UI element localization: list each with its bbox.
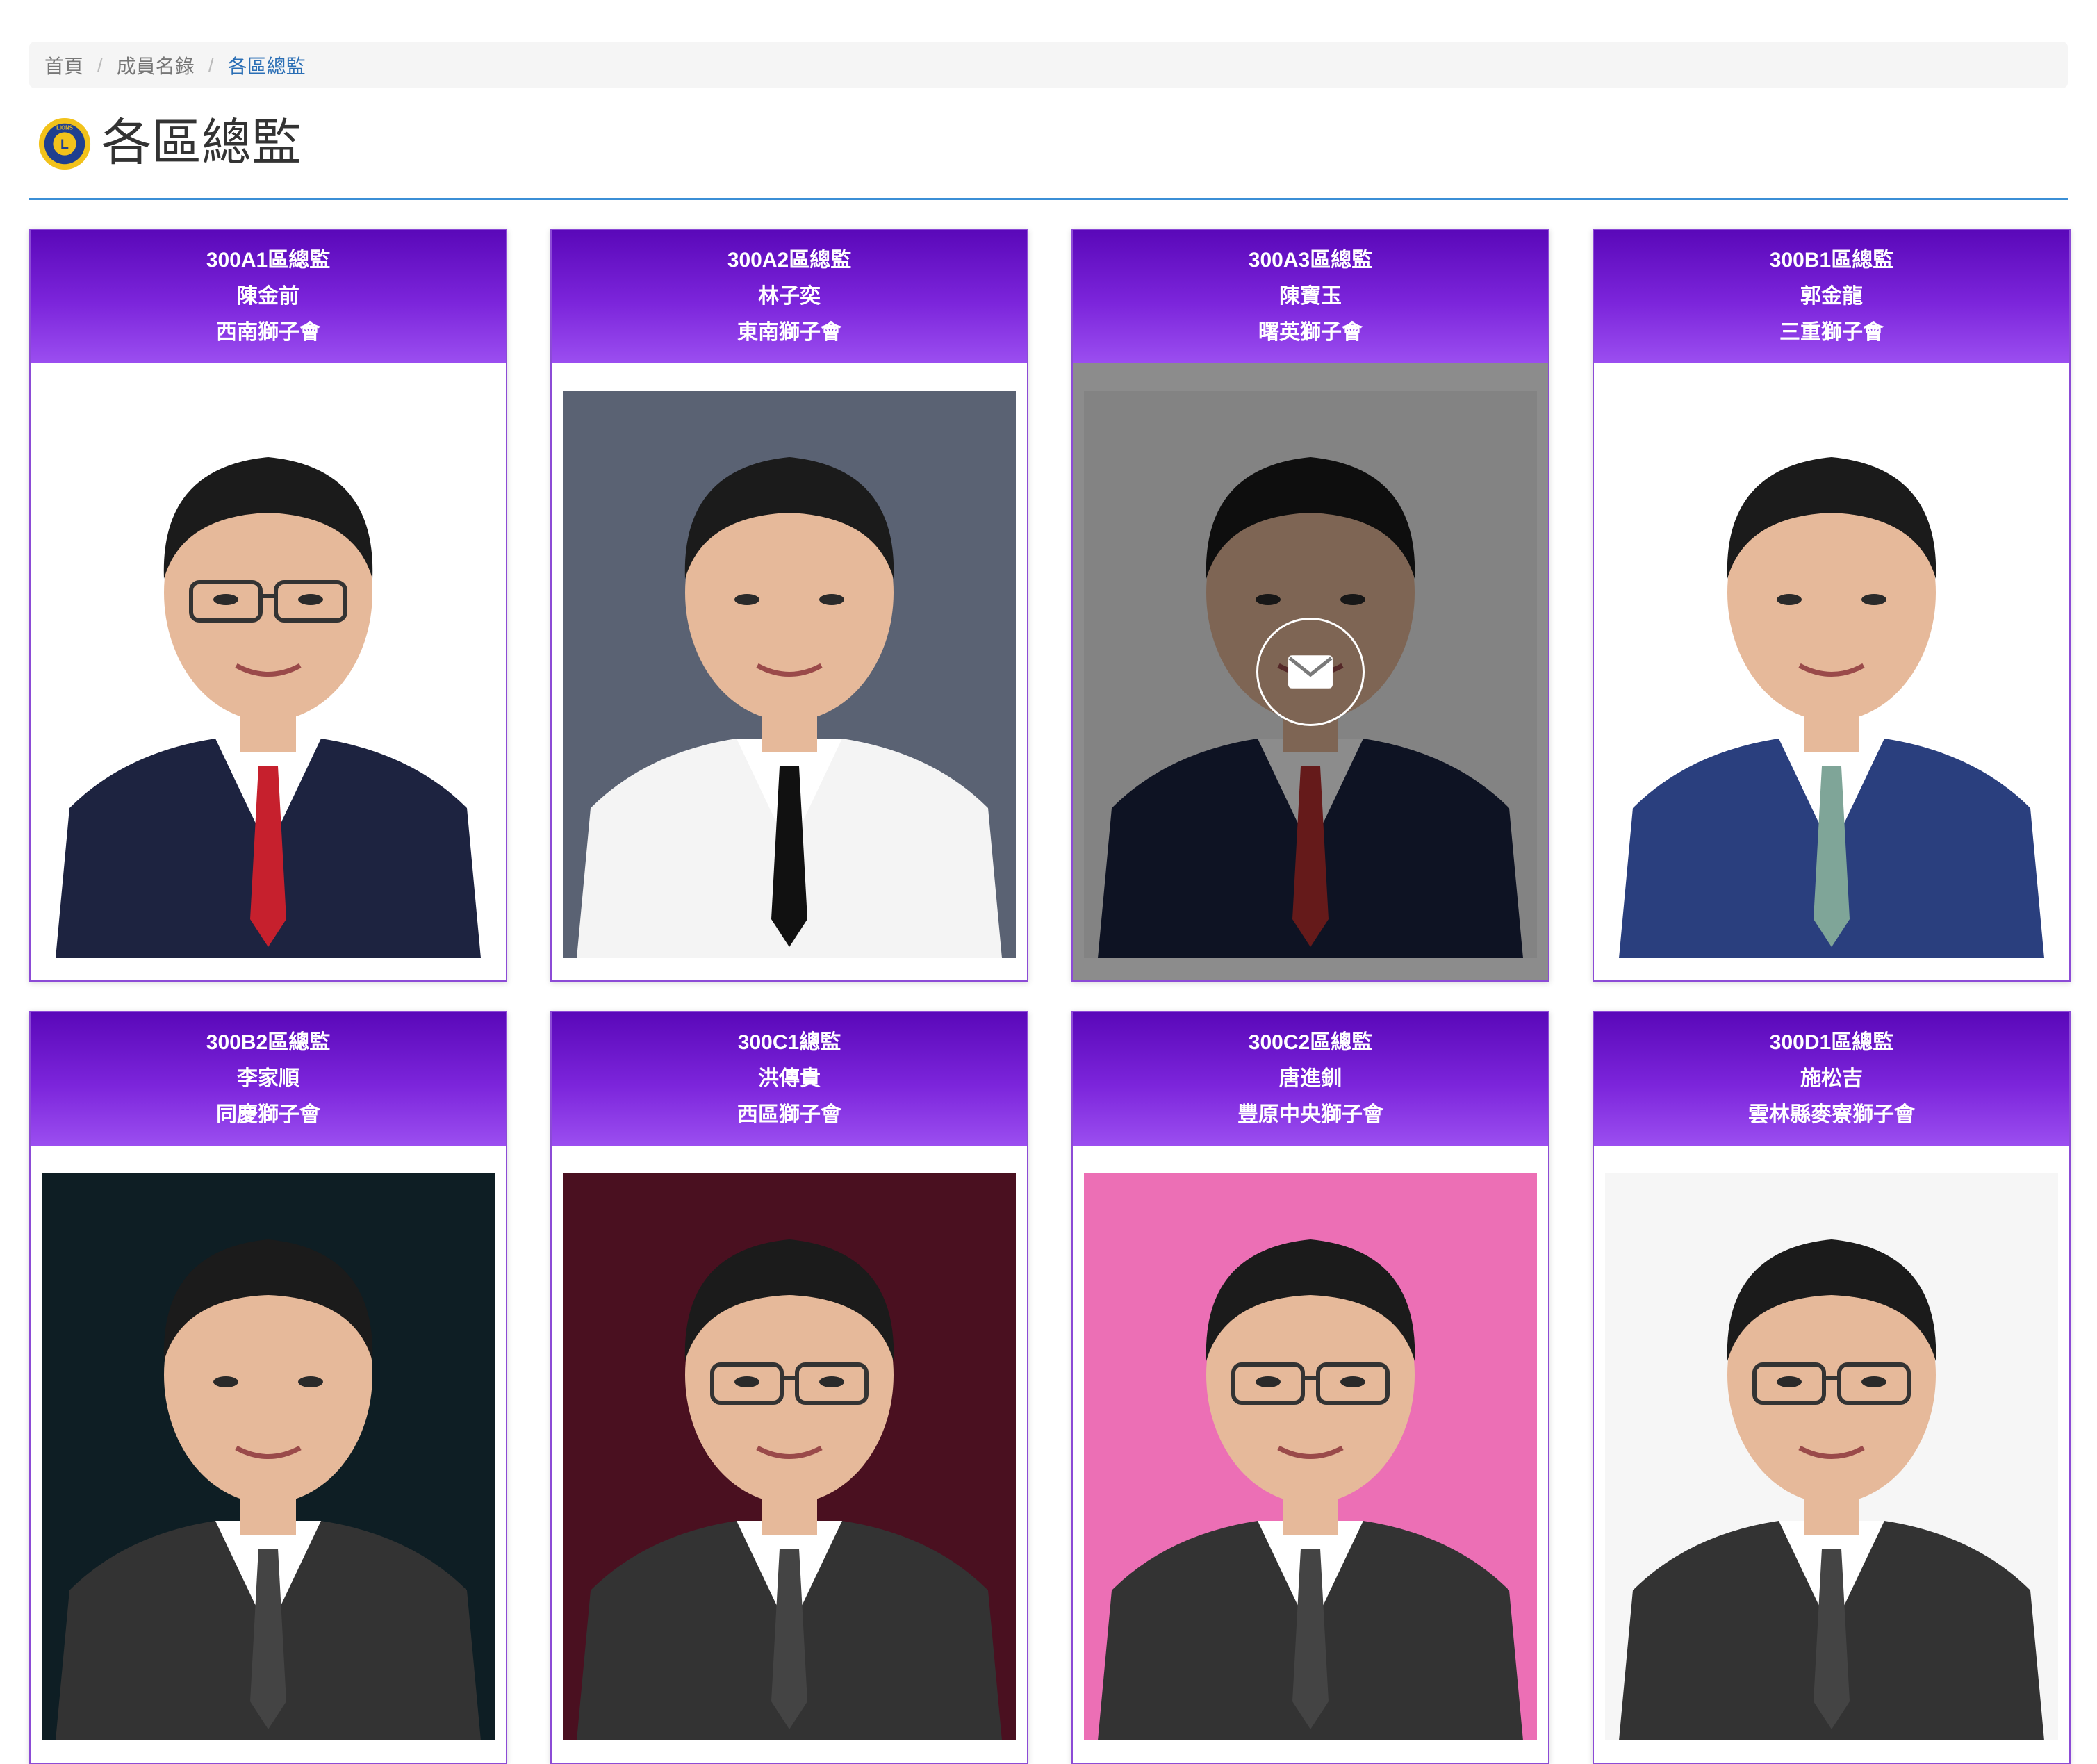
governor-photo	[563, 391, 1016, 958]
governor-photo-area	[552, 363, 1027, 980]
governor-club: 東南獅子會	[737, 321, 841, 344]
governor-card[interactable]: 300C2區總監 唐進釧豐原中央獅子會	[1071, 1011, 1549, 1764]
governor-photo	[42, 391, 495, 958]
governor-district: 300C2區總監	[1248, 1031, 1373, 1054]
governor-club: 三重獅子會	[1779, 321, 1884, 344]
governor-district: 300A3區總監	[1248, 249, 1373, 272]
governor-club: 同慶獅子會	[216, 1103, 320, 1126]
governor-card-header: 300A1區總監 陳金前西南獅子會	[31, 230, 506, 363]
governor-district: 300C1總監	[737, 1031, 841, 1054]
governor-card-header: 300D1區總監 施松吉雲林縣麥寮獅子會	[1594, 1012, 2069, 1146]
governor-card-header: 300A2區總監 林子奕東南獅子會	[552, 230, 1027, 363]
governor-name: 洪傳貴	[758, 1067, 821, 1090]
breadcrumb-current: 各區總監	[227, 55, 306, 77]
breadcrumb-member-directory[interactable]: 成員名錄	[117, 51, 195, 79]
governor-photo	[1084, 1173, 1537, 1740]
photo-hover-overlay	[1073, 363, 1548, 980]
governor-district: 300A2區總監	[727, 249, 852, 272]
governor-photo-area	[1073, 1146, 1548, 1763]
page-header: L LIONS 各區總監	[29, 110, 2068, 200]
governor-card-header: 300B2區總監 李家順同慶獅子會	[31, 1012, 506, 1146]
governor-photo	[563, 1173, 1016, 1740]
breadcrumb-home[interactable]: 首頁	[44, 51, 83, 79]
governor-card[interactable]: 300A2區總監 林子奕東南獅子會	[550, 229, 1028, 982]
governor-card[interactable]: 300B2區總監 李家順同慶獅子會	[29, 1011, 507, 1764]
governor-card[interactable]: 300B1區總監 郭金龍三重獅子會	[1593, 229, 2071, 982]
governor-card[interactable]: 300D1區總監 施松吉雲林縣麥寮獅子會	[1593, 1011, 2071, 1764]
governor-name: 陳寶玉	[1279, 285, 1342, 308]
lions-logo-icon: L LIONS	[38, 117, 92, 171]
governor-club: 西區獅子會	[737, 1103, 841, 1126]
governor-card-header: 300B1區總監 郭金龍三重獅子會	[1594, 230, 2069, 363]
governor-photo	[1605, 391, 2058, 958]
breadcrumb: 首頁 / 成員名錄 / 各區總監	[29, 42, 2068, 88]
governor-photo	[1605, 1173, 2058, 1740]
governor-photo-area	[552, 1146, 1027, 1763]
governor-club: 曙英獅子會	[1258, 321, 1363, 344]
email-button[interactable]	[1256, 618, 1365, 726]
governor-club: 豐原中央獅子會	[1237, 1103, 1383, 1126]
governor-photo-area	[31, 363, 506, 980]
governor-photo-area	[31, 1146, 506, 1763]
governor-card[interactable]: 300A1區總監 陳金前西南獅子會	[29, 229, 507, 982]
governor-club: 雲林縣麥寮獅子會	[1748, 1103, 1915, 1126]
governor-photo-area	[1594, 363, 2069, 980]
governor-name: 陳金前	[237, 285, 299, 308]
governor-card-header: 300A3區總監 陳寶玉曙英獅子會	[1073, 230, 1548, 363]
governor-photo-area	[1073, 363, 1548, 980]
svg-text:LIONS: LIONS	[56, 125, 73, 131]
governor-district: 300B1區總監	[1769, 249, 1894, 272]
governor-photo-area	[1594, 1146, 2069, 1763]
governor-club: 西南獅子會	[216, 321, 320, 344]
breadcrumb-separator: /	[97, 53, 103, 76]
svg-text:L: L	[60, 137, 69, 152]
governor-name: 林子奕	[758, 285, 821, 308]
governor-name: 唐進釧	[1279, 1067, 1342, 1090]
governor-name: 郭金龍	[1800, 285, 1863, 308]
governor-district: 300D1區總監	[1769, 1031, 1894, 1054]
governor-photo	[42, 1173, 495, 1740]
governor-district: 300A1區總監	[206, 249, 331, 272]
governor-card[interactable]: 300C1總監 洪傳貴西區獅子會	[550, 1011, 1028, 1764]
envelope-icon	[1288, 655, 1333, 689]
governor-card-header: 300C2區總監 唐進釧豐原中央獅子會	[1073, 1012, 1548, 1146]
governor-card-header: 300C1總監 洪傳貴西區獅子會	[552, 1012, 1027, 1146]
governor-card[interactable]: 300A3區總監 陳寶玉曙英獅子會	[1071, 229, 1549, 982]
governor-name: 施松吉	[1800, 1067, 1863, 1090]
breadcrumb-separator: /	[208, 53, 214, 76]
page-title: 各區總監	[101, 115, 302, 171]
governor-name: 李家順	[237, 1067, 299, 1090]
governor-district: 300B2區總監	[206, 1031, 331, 1054]
